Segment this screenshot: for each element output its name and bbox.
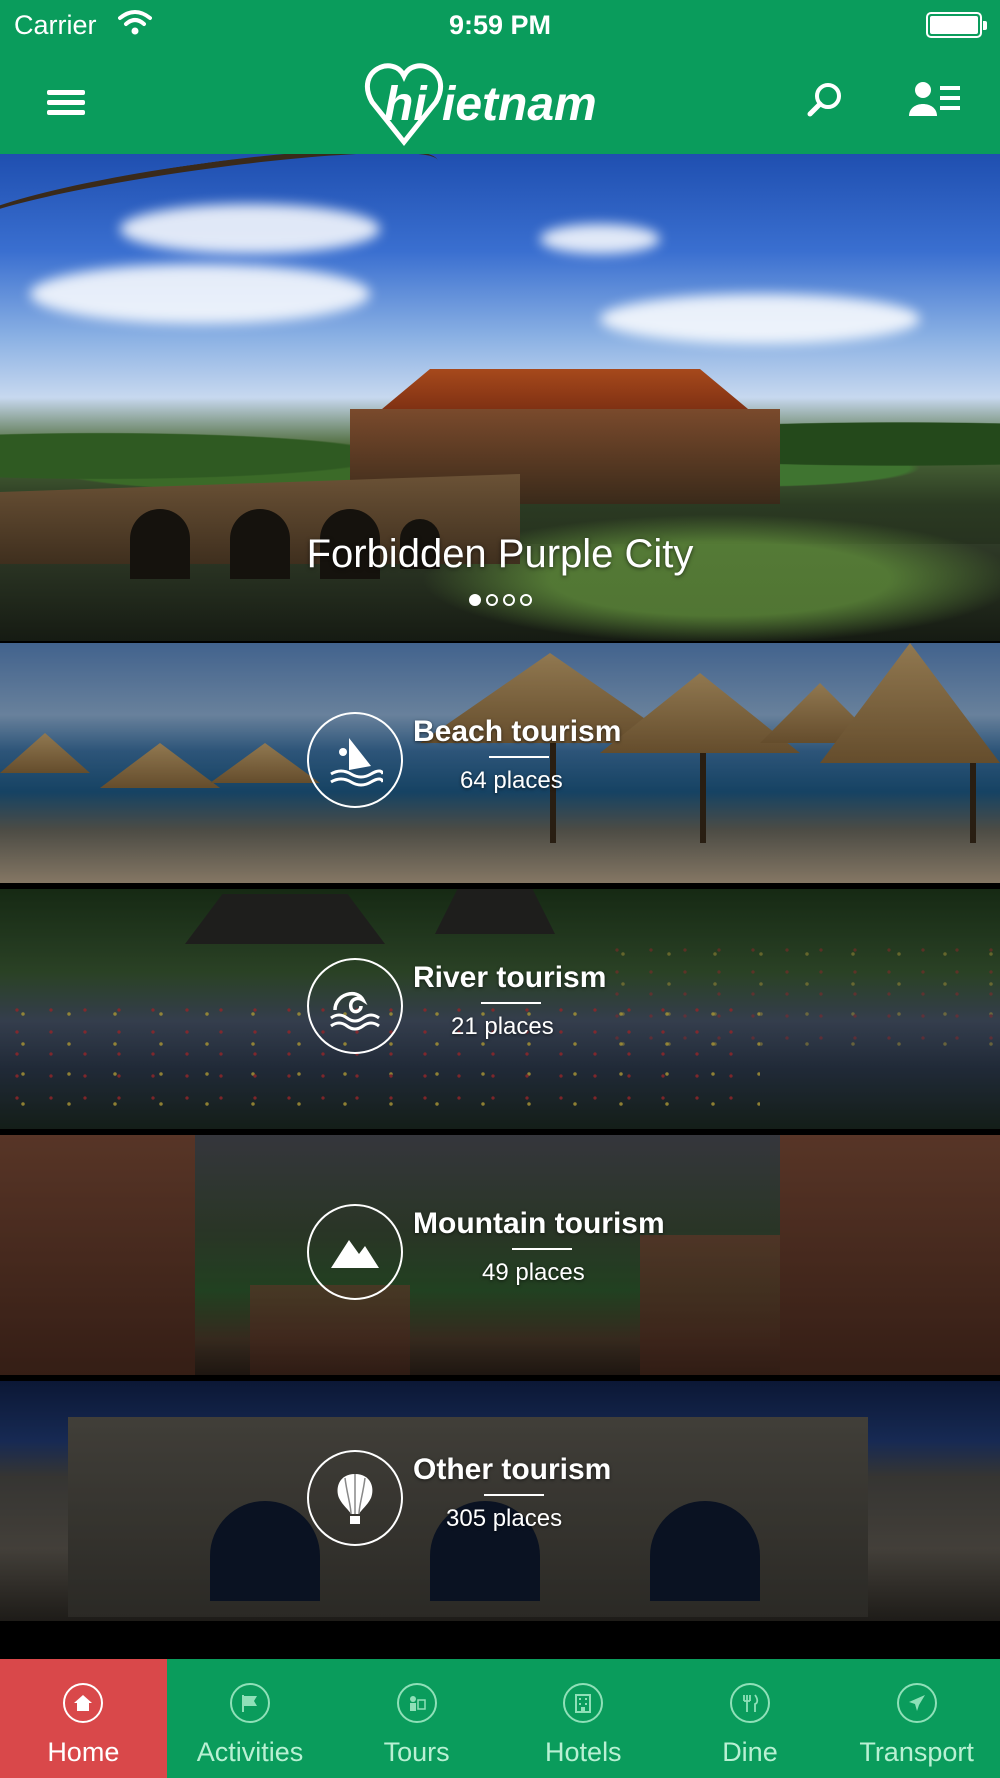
profile-list-icon[interactable] (906, 76, 966, 124)
hamburger-icon[interactable] (40, 80, 92, 124)
tab-label: Tours (383, 1737, 450, 1767)
app-logo: hi ietnam (350, 50, 650, 154)
category-title: Other tourism (413, 1453, 612, 1486)
slide-indicator[interactable] (0, 594, 1000, 606)
svg-text:hi: hi (384, 78, 428, 131)
status-time: 9:59 PM (448, 10, 552, 40)
top-nav-bar: hi ietnam (0, 50, 1000, 154)
battery-icon (926, 12, 987, 38)
category-count: 49 places (482, 1259, 585, 1286)
mountain-icon (307, 1204, 403, 1300)
category-count: 64 places (460, 767, 563, 794)
slide-dot[interactable] (468, 594, 481, 606)
category-title: River tourism (413, 961, 607, 994)
status-bar: Carrier 9:59 PM (0, 0, 1000, 50)
hero-title: Forbidden Purple City (306, 532, 694, 576)
tab-hotels[interactable]: Hotels (500, 1659, 667, 1778)
plane-icon (896, 1683, 937, 1723)
category-count: 21 places (451, 1013, 554, 1040)
wave-icon (307, 958, 403, 1054)
tab-label: Dine (722, 1737, 778, 1767)
svg-text:ietnam: ietnam (442, 78, 597, 131)
tab-label: Transport (859, 1737, 974, 1767)
slide-dot[interactable] (519, 594, 532, 606)
tab-label: Activities (196, 1737, 304, 1767)
category-count: 305 places (446, 1505, 563, 1532)
tab-transport[interactable]: Transport (833, 1659, 1000, 1778)
hotel-icon (563, 1683, 604, 1723)
home-icon (63, 1683, 104, 1723)
category-beach-tourism[interactable]: Beach tourism 64 places (0, 643, 1000, 883)
bottom-tab-bar: Home Activities Tours Hotels Dine Transp… (0, 1659, 1000, 1778)
tab-label: Hotels (545, 1737, 622, 1767)
category-mountain-tourism[interactable]: Mountain tourism 49 places (0, 1135, 1000, 1375)
tab-label: Home (47, 1737, 120, 1767)
slide-dot[interactable] (502, 594, 515, 606)
tab-activities[interactable]: Activities (167, 1659, 334, 1778)
search-icon[interactable] (800, 76, 848, 124)
category-river-tourism[interactable]: River tourism 21 places (0, 889, 1000, 1129)
tab-home[interactable]: Home (0, 1659, 167, 1778)
tour-icon (396, 1683, 437, 1723)
category-title: Mountain tourism (413, 1207, 665, 1240)
category-other-tourism[interactable]: Other tourism 305 places (0, 1381, 1000, 1621)
hot-air-balloon-icon (307, 1450, 403, 1546)
slide-dot[interactable] (485, 594, 498, 606)
cutlery-icon (729, 1683, 770, 1723)
flag-icon (229, 1683, 270, 1723)
windsurf-icon (307, 712, 403, 808)
tab-tours[interactable]: Tours (333, 1659, 500, 1778)
tab-dine[interactable]: Dine (667, 1659, 834, 1778)
category-title: Beach tourism (413, 715, 622, 748)
